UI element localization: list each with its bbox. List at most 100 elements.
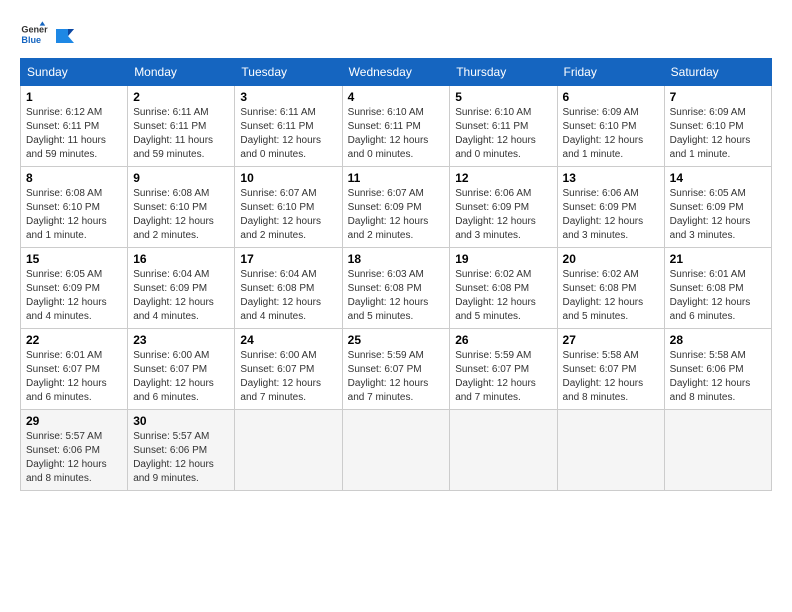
day-info: Sunrise: 6:01 AMSunset: 6:07 PMDaylight:… — [26, 349, 122, 405]
logo-flag-icon — [54, 27, 76, 45]
day-info: Sunrise: 6:12 AMSunset: 6:11 PMDaylight:… — [26, 106, 122, 162]
day-info: Sunrise: 6:08 AMSunset: 6:10 PMDaylight:… — [133, 187, 229, 243]
day-info: Sunrise: 6:05 AMSunset: 6:09 PMDaylight:… — [670, 187, 766, 243]
calendar-day-cell — [664, 410, 771, 491]
calendar-day-cell: 21 Sunrise: 6:01 AMSunset: 6:08 PMDayligh… — [664, 248, 771, 329]
day-number: 11 — [348, 171, 445, 185]
calendar-day-cell — [342, 410, 450, 491]
calendar-day-cell: 18 Sunrise: 6:03 AMSunset: 6:08 PMDayligh… — [342, 248, 450, 329]
day-number: 8 — [26, 171, 122, 185]
day-info: Sunrise: 6:10 AMSunset: 6:11 PMDaylight:… — [455, 106, 551, 162]
calendar-day-cell: 17 Sunrise: 6:04 AMSunset: 6:08 PMDayligh… — [235, 248, 342, 329]
calendar-day-cell: 24 Sunrise: 6:00 AMSunset: 6:07 PMDayligh… — [235, 329, 342, 410]
day-info: Sunrise: 6:07 AMSunset: 6:09 PMDaylight:… — [348, 187, 445, 243]
calendar-week-row: 8 Sunrise: 6:08 AMSunset: 6:10 PMDaylight… — [21, 167, 772, 248]
calendar-day-cell: 4 Sunrise: 6:10 AMSunset: 6:11 PMDaylight… — [342, 86, 450, 167]
day-info: Sunrise: 6:11 AMSunset: 6:11 PMDaylight:… — [133, 106, 229, 162]
day-info: Sunrise: 6:03 AMSunset: 6:08 PMDaylight:… — [348, 268, 445, 324]
day-number: 27 — [563, 333, 659, 347]
calendar-day-cell: 20 Sunrise: 6:02 AMSunset: 6:08 PMDayligh… — [557, 248, 664, 329]
day-number: 14 — [670, 171, 766, 185]
day-info: Sunrise: 6:01 AMSunset: 6:08 PMDaylight:… — [670, 268, 766, 324]
calendar-week-row: 29Sunrise: 5:57 AMSunset: 6:06 PMDayligh… — [21, 410, 772, 491]
calendar-day-cell: 6Sunrise: 6:09 AMSunset: 6:10 PMDaylight… — [557, 86, 664, 167]
day-number: 17 — [240, 252, 336, 266]
day-info: Sunrise: 6:00 AMSunset: 6:07 PMDaylight:… — [240, 349, 336, 405]
logo: General Blue — [20, 20, 76, 48]
day-number: 24 — [240, 333, 336, 347]
calendar-week-row: 22Sunrise: 6:01 AMSunset: 6:07 PMDayligh… — [21, 329, 772, 410]
day-number: 3 — [240, 90, 336, 104]
day-of-week-header: Tuesday — [235, 59, 342, 86]
day-info: Sunrise: 6:09 AMSunset: 6:10 PMDaylight:… — [563, 106, 659, 162]
calendar-day-cell: 14 Sunrise: 6:05 AMSunset: 6:09 PMDayligh… — [664, 167, 771, 248]
calendar-day-cell: 11 Sunrise: 6:07 AMSunset: 6:09 PMDayligh… — [342, 167, 450, 248]
day-number: 1 — [26, 90, 122, 104]
day-info: Sunrise: 6:09 AMSunset: 6:10 PMDaylight:… — [670, 106, 766, 162]
day-info: Sunrise: 6:05 AMSunset: 6:09 PMDaylight:… — [26, 268, 122, 324]
day-number: 9 — [133, 171, 229, 185]
calendar-day-cell: 26 Sunrise: 5:59 AMSunset: 6:07 PMDayligh… — [450, 329, 557, 410]
day-number: 16 — [133, 252, 229, 266]
day-info: Sunrise: 6:11 AMSunset: 6:11 PMDaylight:… — [240, 106, 336, 162]
day-info: Sunrise: 6:00 AMSunset: 6:07 PMDaylight:… — [133, 349, 229, 405]
calendar-day-cell: 19 Sunrise: 6:02 AMSunset: 6:08 PMDayligh… — [450, 248, 557, 329]
day-number: 23 — [133, 333, 229, 347]
day-info: Sunrise: 5:59 AMSunset: 6:07 PMDaylight:… — [455, 349, 551, 405]
calendar-day-cell: 30 Sunrise: 5:57 AMSunset: 6:06 PMDayligh… — [128, 410, 235, 491]
day-number: 10 — [240, 171, 336, 185]
logo-icon: General Blue — [20, 20, 48, 48]
day-number: 2 — [133, 90, 229, 104]
calendar-day-cell: 27Sunrise: 5:58 AMSunset: 6:07 PMDayligh… — [557, 329, 664, 410]
day-of-week-header: Sunday — [21, 59, 128, 86]
day-info: Sunrise: 5:57 AMSunset: 6:06 PMDaylight:… — [26, 430, 122, 486]
day-info: Sunrise: 6:07 AMSunset: 6:10 PMDaylight:… — [240, 187, 336, 243]
calendar-day-cell: 8Sunrise: 6:08 AMSunset: 6:10 PMDaylight… — [21, 167, 128, 248]
calendar-day-cell: 23 Sunrise: 6:00 AMSunset: 6:07 PMDayligh… — [128, 329, 235, 410]
day-of-week-header: Wednesday — [342, 59, 450, 86]
day-number: 20 — [563, 252, 659, 266]
day-number: 12 — [455, 171, 551, 185]
svg-text:General: General — [21, 25, 48, 35]
day-of-week-header: Friday — [557, 59, 664, 86]
day-info: Sunrise: 6:06 AMSunset: 6:09 PMDaylight:… — [455, 187, 551, 243]
day-number: 28 — [670, 333, 766, 347]
calendar-day-cell: 10 Sunrise: 6:07 AMSunset: 6:10 PMDayligh… — [235, 167, 342, 248]
day-number: 4 — [348, 90, 445, 104]
day-of-week-header: Thursday — [450, 59, 557, 86]
svg-text:Blue: Blue — [21, 35, 41, 45]
day-info: Sunrise: 6:02 AMSunset: 6:08 PMDaylight:… — [563, 268, 659, 324]
calendar-day-cell: 9 Sunrise: 6:08 AMSunset: 6:10 PMDaylight… — [128, 167, 235, 248]
page-header: General Blue — [20, 20, 772, 48]
calendar-day-cell: 12 Sunrise: 6:06 AMSunset: 6:09 PMDayligh… — [450, 167, 557, 248]
day-info: Sunrise: 6:02 AMSunset: 6:08 PMDaylight:… — [455, 268, 551, 324]
day-info: Sunrise: 6:04 AMSunset: 6:09 PMDaylight:… — [133, 268, 229, 324]
day-number: 21 — [670, 252, 766, 266]
day-info: Sunrise: 6:04 AMSunset: 6:08 PMDaylight:… — [240, 268, 336, 324]
calendar-day-cell — [450, 410, 557, 491]
calendar-week-row: 15 Sunrise: 6:05 AMSunset: 6:09 PMDayligh… — [21, 248, 772, 329]
calendar-day-cell: 28 Sunrise: 5:58 AMSunset: 6:06 PMDayligh… — [664, 329, 771, 410]
day-of-week-header: Saturday — [664, 59, 771, 86]
calendar-day-cell: 5Sunrise: 6:10 AMSunset: 6:11 PMDaylight… — [450, 86, 557, 167]
calendar-day-cell: 2 Sunrise: 6:11 AMSunset: 6:11 PMDaylight… — [128, 86, 235, 167]
calendar-day-cell: 7Sunrise: 6:09 AMSunset: 6:10 PMDaylight… — [664, 86, 771, 167]
day-number: 19 — [455, 252, 551, 266]
day-number: 26 — [455, 333, 551, 347]
day-info: Sunrise: 5:59 AMSunset: 6:07 PMDaylight:… — [348, 349, 445, 405]
day-number: 18 — [348, 252, 445, 266]
calendar-day-cell: 1 Sunrise: 6:12 AMSunset: 6:11 PMDaylight… — [21, 86, 128, 167]
calendar-day-cell: 25Sunrise: 5:59 AMSunset: 6:07 PMDayligh… — [342, 329, 450, 410]
day-number: 30 — [133, 414, 229, 428]
day-number: 13 — [563, 171, 659, 185]
day-info: Sunrise: 5:57 AMSunset: 6:06 PMDaylight:… — [133, 430, 229, 486]
day-number: 15 — [26, 252, 122, 266]
calendar-week-row: 1 Sunrise: 6:12 AMSunset: 6:11 PMDaylight… — [21, 86, 772, 167]
calendar-day-cell: 29Sunrise: 5:57 AMSunset: 6:06 PMDayligh… — [21, 410, 128, 491]
day-info: Sunrise: 6:10 AMSunset: 6:11 PMDaylight:… — [348, 106, 445, 162]
day-info: Sunrise: 5:58 AMSunset: 6:06 PMDaylight:… — [670, 349, 766, 405]
calendar-day-cell: 15 Sunrise: 6:05 AMSunset: 6:09 PMDayligh… — [21, 248, 128, 329]
calendar-header-row: SundayMondayTuesdayWednesdayThursdayFrid… — [21, 59, 772, 86]
calendar-day-cell — [235, 410, 342, 491]
calendar-table: SundayMondayTuesdayWednesdayThursdayFrid… — [20, 58, 772, 491]
